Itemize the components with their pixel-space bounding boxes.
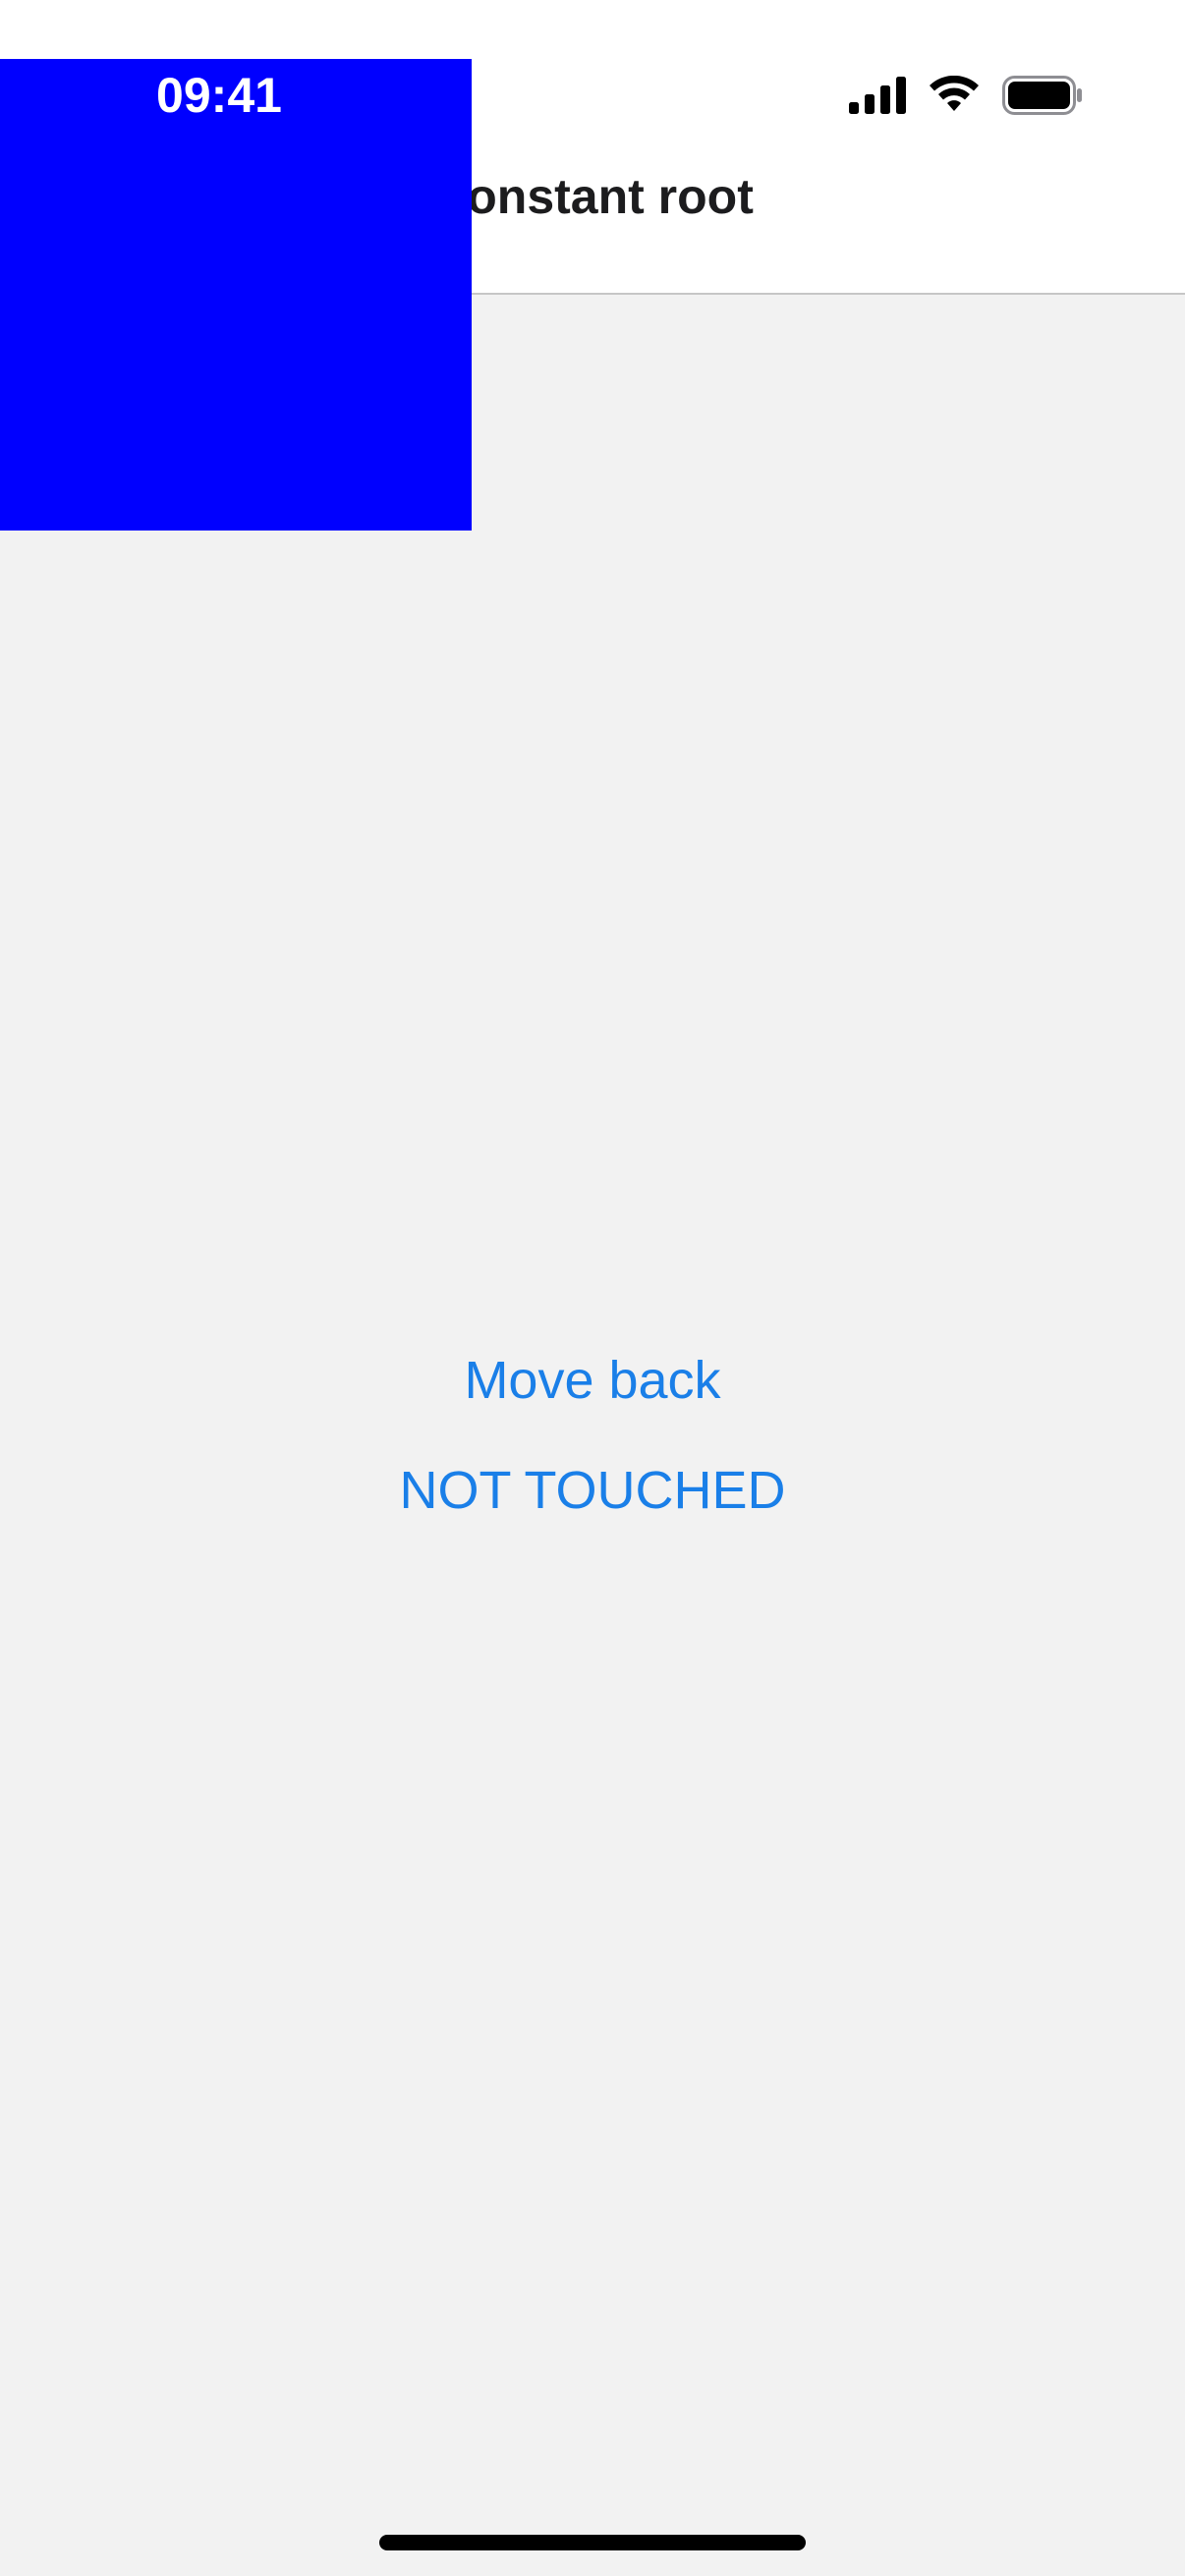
app-screen: Constant root 09:41 Move back NOT TOUCHE… (0, 0, 1185, 2576)
home-indicator[interactable] (379, 2535, 806, 2550)
status-time: 09:41 (156, 68, 282, 123)
battery-icon (1002, 76, 1083, 115)
button-group: Move back NOT TOUCHED (0, 1346, 1185, 1525)
signal-icon (849, 77, 906, 114)
move-back-button[interactable]: Move back (464, 1346, 720, 1415)
status-icons (849, 71, 1083, 120)
wifi-icon (928, 76, 981, 115)
not-touched-button[interactable]: NOT TOUCHED (399, 1456, 785, 1525)
